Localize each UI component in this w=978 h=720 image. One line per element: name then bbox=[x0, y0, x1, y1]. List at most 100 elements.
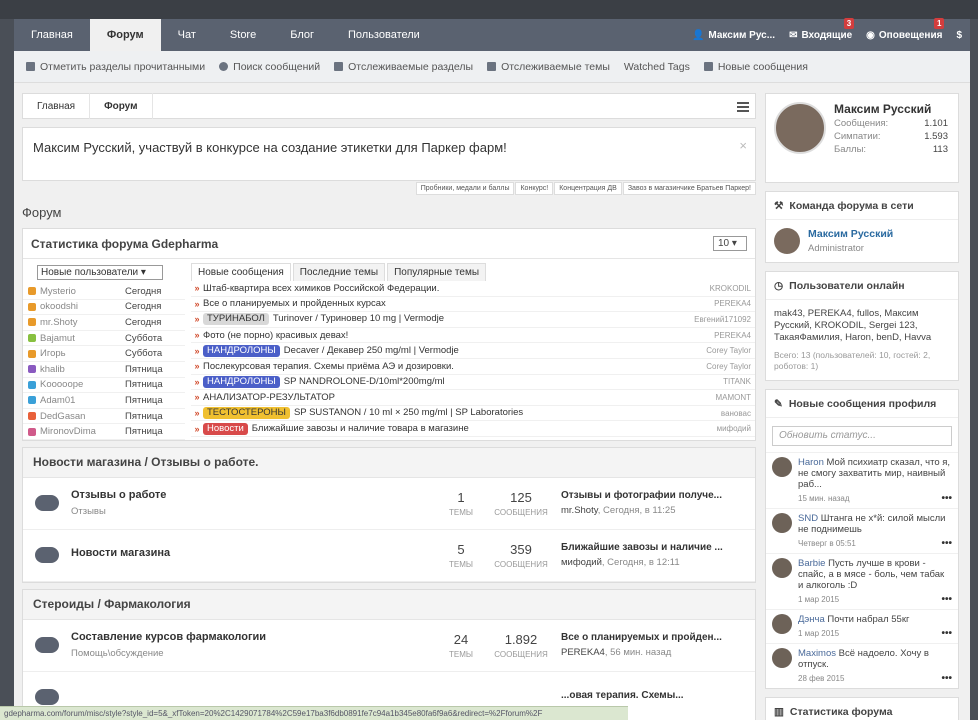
watched-forums-link[interactable]: Отслеживаемые разделы bbox=[334, 61, 473, 73]
ad-link[interactable]: Завоз в магазинчике Братьев Паркер! bbox=[622, 182, 756, 195]
last-post-title[interactable]: Отзывы и фотографии получе... bbox=[561, 490, 731, 501]
post-author[interactable]: PEREKA4 bbox=[714, 331, 755, 340]
tab-popular-threads[interactable]: Популярные темы bbox=[387, 263, 487, 281]
user-name[interactable]: Игорь bbox=[40, 348, 125, 359]
count-select[interactable]: 10 ▾ bbox=[713, 236, 747, 251]
post-row[interactable]: » ТУРИНАБОЛ Turinover / Туриновер 10 mg | … bbox=[191, 312, 755, 328]
user-name[interactable]: Adam01 bbox=[40, 395, 125, 406]
user-name[interactable]: Bajamut bbox=[40, 333, 125, 344]
tab-latest-threads[interactable]: Последние темы bbox=[292, 263, 386, 281]
user-row[interactable]: mr.Shoty Сегодня bbox=[23, 315, 185, 331]
category-title[interactable]: Стероиды / Фармакология bbox=[23, 589, 755, 620]
breadcrumb-home[interactable]: Главная bbox=[23, 93, 91, 119]
users-mode-select[interactable]: Новые пользователи ▾ bbox=[37, 265, 163, 280]
user-name[interactable]: MironovDima bbox=[40, 426, 125, 437]
user-name[interactable]: mr.Shoty bbox=[40, 317, 125, 328]
node-title[interactable]: Новости магазина bbox=[71, 547, 431, 559]
post-title[interactable]: Штаб-квартира всех химиков Российской Фе… bbox=[203, 283, 439, 294]
avatar[interactable] bbox=[774, 228, 800, 254]
user-name[interactable]: okoodshi bbox=[40, 301, 125, 312]
post-title[interactable]: Decaver / Декавер 250 mg/ml | Vermodje bbox=[284, 345, 459, 356]
post-row[interactable]: » НАНДРОЛОНЫ Decaver / Декавер 250 mg/ml |… bbox=[191, 343, 755, 359]
ad-link[interactable]: Пробники, медали и баллы bbox=[415, 182, 515, 195]
post-row[interactable]: » Штаб-квартира всех химиков Российской Ф… bbox=[191, 281, 755, 297]
nav-tab-members[interactable]: Пользователи bbox=[331, 19, 437, 51]
staff-name[interactable]: Максим Русский bbox=[808, 228, 893, 240]
post-row[interactable]: » Фото (не порно) красивых девах! PEREKA4 bbox=[191, 328, 755, 344]
avatar[interactable] bbox=[772, 648, 792, 668]
search-posts-link[interactable]: Поиск сообщений bbox=[219, 61, 320, 73]
profile-name[interactable]: Максим Русский bbox=[834, 102, 948, 116]
post-title[interactable]: Ближайшие завозы и наличие товара в мага… bbox=[252, 423, 469, 434]
post-author[interactable]: PEREKA4 bbox=[714, 299, 755, 308]
profile-post-user[interactable]: Haron bbox=[798, 457, 824, 468]
user-name[interactable]: khalib bbox=[40, 364, 125, 375]
last-post-user[interactable]: mr.Shoty bbox=[561, 505, 598, 516]
user-name[interactable]: DedGasan bbox=[40, 411, 125, 422]
post-author[interactable]: вановас bbox=[721, 409, 755, 418]
user-row[interactable]: khalib Пятница bbox=[23, 362, 185, 378]
user-row[interactable]: DedGasan Пятница bbox=[23, 409, 185, 425]
more-options-icon[interactable]: ••• bbox=[941, 673, 952, 684]
user-name[interactable]: Mysterio bbox=[40, 286, 125, 297]
tab-new-posts[interactable]: Новые сообщения bbox=[191, 263, 291, 281]
last-post-title[interactable]: ...овая терапия. Схемы... bbox=[561, 690, 731, 701]
avatar[interactable] bbox=[772, 614, 792, 634]
nav-tab-chat[interactable]: Чат bbox=[161, 19, 213, 51]
last-post-user[interactable]: мифодий bbox=[561, 557, 602, 568]
post-row[interactable]: » АНАЛИЗАТОР-РЕЗУЛЬТАТОР MAMONT bbox=[191, 390, 755, 406]
post-row[interactable]: » Послекурсовая терапия. Схемы приёма АЭ … bbox=[191, 359, 755, 375]
online-list[interactable]: mak43, PEREKA4, fullos, Максим Русский, … bbox=[774, 308, 950, 344]
watched-tags-link[interactable]: Watched Tags bbox=[624, 61, 690, 73]
menu-list-icon[interactable] bbox=[737, 102, 749, 112]
mark-read-link[interactable]: Отметить разделы прочитанными bbox=[26, 61, 205, 73]
last-post-user[interactable]: PEREKA4 bbox=[561, 647, 605, 658]
post-row[interactable]: » Все о планируемых и пройденных курсах PE… bbox=[191, 297, 755, 313]
post-author[interactable]: KROKODIL bbox=[710, 284, 755, 293]
post-title[interactable]: SP NANDROLONE-D/10ml*200mg/ml bbox=[284, 376, 445, 387]
last-post-title[interactable]: Ближайшие завозы и наличие ... bbox=[561, 542, 731, 553]
avatar[interactable] bbox=[772, 513, 792, 533]
more-options-icon[interactable]: ••• bbox=[941, 594, 952, 605]
post-author[interactable]: Corey Taylor bbox=[706, 346, 755, 355]
post-title[interactable]: Turinover / Туриновер 10 mg | Vermodje bbox=[273, 313, 444, 324]
post-author[interactable]: Евгений171092 bbox=[694, 315, 755, 324]
user-row[interactable]: okoodshi Сегодня bbox=[23, 300, 185, 316]
post-title[interactable]: Фото (не порно) красивых девах! bbox=[203, 330, 348, 341]
ad-link[interactable]: Концентрация ДВ bbox=[554, 182, 622, 195]
avatar[interactable] bbox=[772, 457, 792, 477]
avatar[interactable] bbox=[772, 558, 792, 578]
post-title[interactable]: АНАЛИЗАТОР-РЕЗУЛЬТАТОР bbox=[203, 392, 335, 403]
new-posts-link[interactable]: Новые сообщения bbox=[703, 61, 808, 73]
category-title[interactable]: Новости магазина / Отзывы о работе. bbox=[23, 447, 755, 478]
alerts-link[interactable]: ◉ Оповещения 1 bbox=[866, 17, 945, 41]
profile-post-user[interactable]: Barbie bbox=[798, 558, 825, 569]
avatar[interactable] bbox=[774, 102, 826, 154]
post-author[interactable]: мифодий bbox=[717, 424, 755, 433]
post-title[interactable]: Все о планируемых и пройденных курсах bbox=[203, 298, 386, 309]
user-row[interactable]: Kooooope Пятница bbox=[23, 378, 185, 394]
post-row[interactable]: » Новости Ближайшие завозы и наличие товар… bbox=[191, 421, 755, 437]
post-author[interactable]: MAMONT bbox=[715, 393, 755, 402]
user-row[interactable]: MironovDima Пятница bbox=[23, 424, 185, 440]
currency-link[interactable]: $ bbox=[956, 30, 962, 41]
nav-tab-home[interactable]: Главная bbox=[14, 19, 90, 51]
post-title[interactable]: Послекурсовая терапия. Схемы приёма АЭ и… bbox=[203, 361, 454, 372]
more-options-icon[interactable]: ••• bbox=[941, 628, 952, 639]
post-row[interactable]: » ТЕСТОСТЕРОНЫ SP SUSTANON / 10 ml × 250 m… bbox=[191, 406, 755, 422]
node-title[interactable]: Отзывы о работе bbox=[71, 489, 431, 501]
nav-tab-blog[interactable]: Блог bbox=[273, 19, 331, 51]
profile-post-user[interactable]: SND bbox=[798, 513, 818, 524]
post-author[interactable]: TITANK bbox=[723, 377, 755, 386]
user-row[interactable]: Игорь Суббота bbox=[23, 346, 185, 362]
nav-tab-forum[interactable]: Форум bbox=[89, 19, 161, 51]
profile-post-user[interactable]: Дэнча bbox=[798, 614, 825, 625]
user-row[interactable]: Mysterio Сегодня bbox=[23, 284, 185, 300]
nav-tab-store[interactable]: Store bbox=[213, 19, 273, 51]
watched-threads-link[interactable]: Отслеживаемые темы bbox=[487, 61, 610, 73]
post-title[interactable]: SP SUSTANON / 10 ml × 250 mg/ml | SP Lab… bbox=[294, 407, 523, 418]
ad-link[interactable]: Конкурс! bbox=[515, 182, 554, 195]
status-input[interactable]: Обновить статус... bbox=[772, 426, 952, 446]
node-title[interactable]: Составление курсов фармакологии bbox=[71, 631, 431, 643]
profile-post-user[interactable]: Maximos bbox=[798, 648, 836, 659]
